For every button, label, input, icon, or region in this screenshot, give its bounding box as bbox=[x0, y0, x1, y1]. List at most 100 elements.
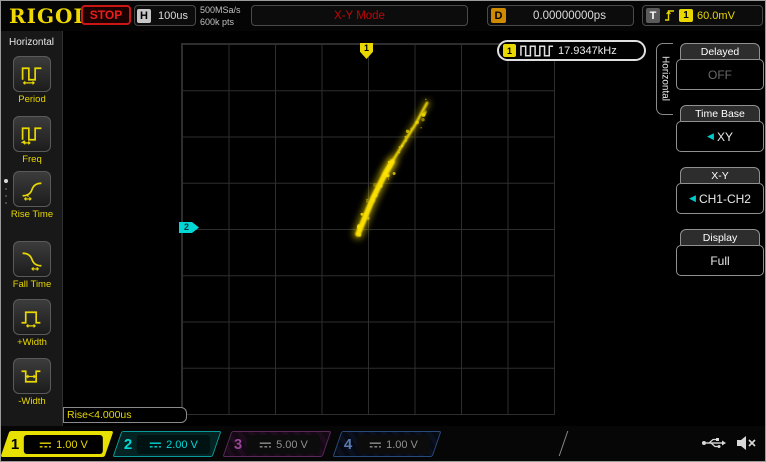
rise-time-label: Rise Time bbox=[1, 209, 63, 220]
neg-width-button[interactable] bbox=[13, 358, 51, 394]
period-label: Period bbox=[1, 94, 63, 105]
measure-item-pos-width[interactable]: +Width bbox=[1, 299, 63, 348]
pos-width-icon bbox=[19, 306, 45, 329]
trigger-source-badge: 1 bbox=[679, 9, 693, 22]
scroll-dot-active bbox=[4, 179, 8, 183]
channel-3-number: 3 bbox=[234, 436, 242, 453]
channel-1-scale-box: 1.00 V bbox=[24, 435, 103, 454]
channel-1-scale: 1.00 V bbox=[56, 438, 88, 450]
left-arrow-icon: ◀ bbox=[689, 193, 696, 204]
memory-depth: 600k pts bbox=[200, 16, 241, 28]
measure-item-fall-time[interactable]: Fall Time bbox=[1, 241, 63, 290]
timebase-value: 100us bbox=[151, 10, 195, 22]
channel-4-tab[interactable]: 4 1.00 V bbox=[333, 431, 442, 457]
freq-label: Freq bbox=[1, 154, 63, 165]
horizontal-menu-panel: Horizontal Delayed OFF Time Base ◀ XY X-… bbox=[656, 31, 766, 426]
trigger-badge: T bbox=[646, 8, 660, 23]
xy-source-value: CH1-CH2 bbox=[699, 192, 751, 206]
mode-banner-box: X-Y Mode bbox=[251, 5, 468, 26]
measure-item-period[interactable]: Period bbox=[1, 56, 63, 105]
freq-button[interactable] bbox=[13, 116, 51, 152]
menu-item-time-base[interactable]: Time Base ◀ XY bbox=[676, 105, 764, 152]
channel-2-tab[interactable]: 2 2.00 V bbox=[113, 431, 222, 457]
square-wave-icon bbox=[520, 45, 554, 57]
channel-3-scale: 5.00 V bbox=[276, 438, 308, 450]
delayed-value: OFF bbox=[708, 68, 732, 82]
neg-width-label: -Width bbox=[1, 396, 63, 407]
neg-width-icon bbox=[19, 365, 45, 388]
scroll-dot bbox=[5, 195, 7, 197]
menu-scroll-indicator bbox=[4, 179, 8, 204]
left-arrow-icon: ◀ bbox=[707, 131, 714, 142]
delayed-label: Delayed bbox=[680, 43, 760, 59]
menu-item-delayed[interactable]: Delayed OFF bbox=[676, 43, 764, 90]
channel-4-number: 4 bbox=[344, 436, 352, 453]
channel-4-scale-box: 1.00 V bbox=[357, 435, 430, 454]
measure-item-freq[interactable]: Freq bbox=[1, 116, 63, 165]
period-icon bbox=[19, 63, 45, 86]
oscilloscope-screen: RIGOL STOP H 100us 500MSa/s 600k pts X-Y… bbox=[0, 0, 766, 462]
menu-tab-horizontal: Horizontal bbox=[656, 43, 673, 115]
xy-source-value-button[interactable]: ◀ CH1-CH2 bbox=[676, 183, 764, 214]
fall-time-button[interactable] bbox=[13, 241, 51, 277]
mode-banner: X-Y Mode bbox=[334, 10, 385, 22]
dc-coupling-icon bbox=[369, 440, 382, 448]
measure-item-neg-width[interactable]: -Width bbox=[1, 358, 63, 407]
dc-coupling-icon bbox=[39, 440, 52, 448]
display-label: Display bbox=[680, 229, 760, 245]
display-value: Full bbox=[710, 254, 729, 268]
usb-icon bbox=[701, 436, 727, 450]
channel-2-scale: 2.00 V bbox=[166, 438, 198, 450]
time-base-value-button[interactable]: ◀ XY bbox=[676, 121, 764, 152]
channel-1-number: 1 bbox=[11, 436, 19, 453]
rigol-logo: RIGOL bbox=[9, 4, 89, 28]
display-value-button[interactable]: Full bbox=[676, 245, 764, 276]
horizontal-badge: H bbox=[137, 9, 151, 23]
scroll-dot bbox=[5, 202, 7, 204]
system-icons bbox=[701, 434, 757, 452]
pos-width-label: +Width bbox=[1, 337, 63, 348]
freq-source-badge: 1 bbox=[503, 44, 516, 57]
period-button[interactable] bbox=[13, 56, 51, 92]
channel-1-tab[interactable]: 1 1.00 V bbox=[1, 431, 114, 457]
measure-menu-panel: Horizontal Period Freq bbox=[1, 31, 63, 426]
delayed-value-button[interactable]: OFF bbox=[676, 59, 764, 90]
channel-2-number: 2 bbox=[124, 436, 132, 453]
measure-menu-title: Horizontal bbox=[1, 37, 62, 48]
scroll-dot bbox=[5, 188, 7, 190]
acquisition-info: 500MSa/s 600k pts bbox=[200, 4, 241, 28]
dc-coupling-icon bbox=[149, 440, 162, 448]
sound-muted-icon bbox=[735, 434, 757, 452]
delay-box[interactable]: D 0.00000000ps bbox=[487, 5, 634, 26]
trigger-level-value: 60.0mV bbox=[697, 10, 735, 22]
frequency-counter: 1 17.9347kHz bbox=[497, 40, 646, 61]
measurement-readout: Rise<4.000us bbox=[63, 407, 187, 423]
menu-item-xy-source[interactable]: X-Y ◀ CH1-CH2 bbox=[676, 167, 764, 214]
menu-tab-label: Horizontal bbox=[660, 56, 671, 101]
rise-time-icon bbox=[19, 178, 45, 201]
trigger-box[interactable]: T 1 60.0mV bbox=[642, 5, 763, 26]
pos-width-button[interactable] bbox=[13, 299, 51, 335]
top-status-bar: RIGOL STOP H 100us 500MSa/s 600k pts X-Y… bbox=[1, 1, 766, 31]
run-state-badge[interactable]: STOP bbox=[81, 5, 131, 25]
fall-time-icon bbox=[19, 248, 45, 271]
time-base-value: XY bbox=[717, 130, 733, 144]
dc-coupling-icon bbox=[259, 440, 272, 448]
channel-2-scale-box: 2.00 V bbox=[137, 435, 210, 454]
menu-item-display[interactable]: Display Full bbox=[676, 229, 764, 276]
channel-4-scale: 1.00 V bbox=[386, 438, 418, 450]
measure-item-rise-time[interactable]: Rise Time bbox=[1, 171, 63, 220]
channel-3-scale-box: 5.00 V bbox=[247, 435, 320, 454]
time-base-label: Time Base bbox=[680, 105, 760, 121]
channel-3-tab[interactable]: 3 5.00 V bbox=[223, 431, 332, 457]
xy-source-label: X-Y bbox=[680, 167, 760, 183]
bottom-bar-divider bbox=[559, 431, 569, 456]
fall-time-label: Fall Time bbox=[1, 279, 63, 290]
rise-time-button[interactable] bbox=[13, 171, 51, 207]
channel-status-bar: 1 1.00 V 2 2.00 V bbox=[1, 426, 766, 462]
xy-trace bbox=[63, 31, 656, 426]
sample-rate: 500MSa/s bbox=[200, 4, 241, 16]
horizontal-timebase-box[interactable]: H 100us bbox=[134, 5, 196, 26]
delay-value: 0.00000000ps bbox=[506, 10, 633, 22]
rising-edge-icon bbox=[664, 9, 675, 22]
